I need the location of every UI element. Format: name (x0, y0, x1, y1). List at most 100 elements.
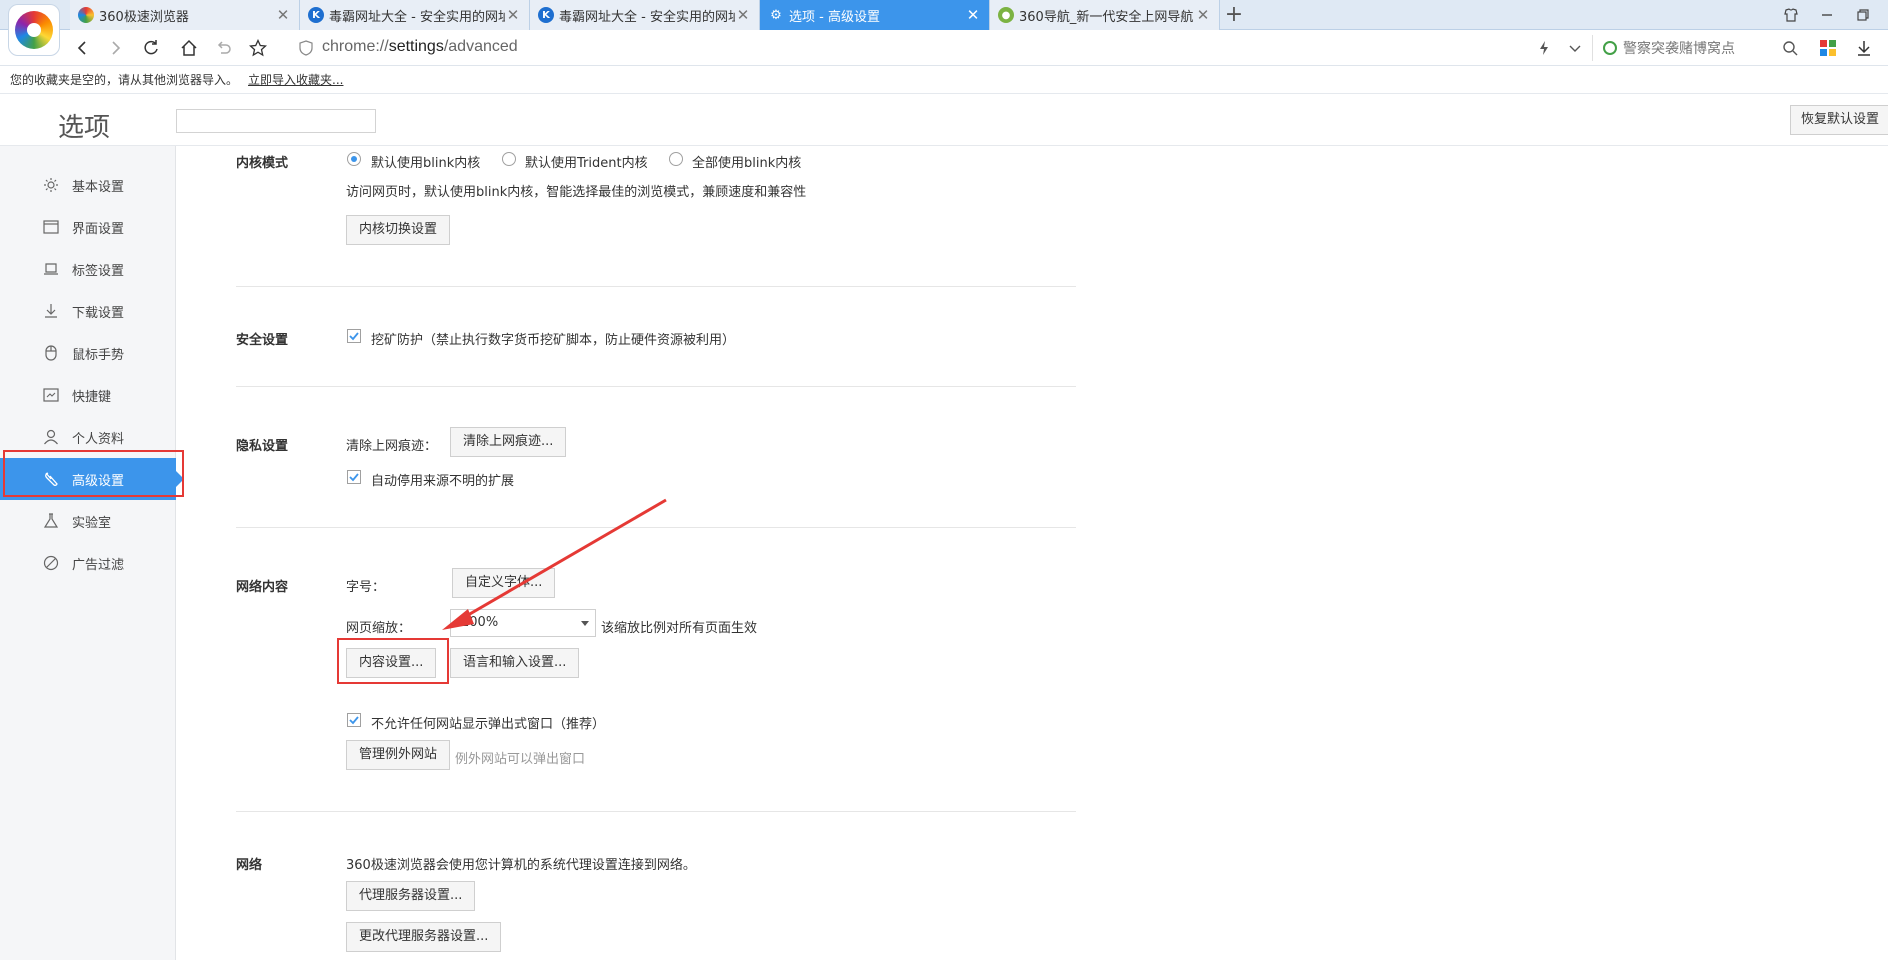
forward-icon[interactable] (104, 36, 128, 60)
url-scheme: chrome:// (322, 38, 389, 55)
k-icon: K (538, 7, 554, 23)
gear-icon: ⚙ (770, 7, 782, 23)
sidebar-item-interface[interactable]: 界面设置 (0, 206, 176, 248)
tab-close-icon[interactable]: ✕ (735, 6, 751, 24)
undo-icon[interactable] (212, 36, 236, 60)
restore-icon[interactable] (1852, 4, 1874, 26)
section-divider (236, 386, 1076, 387)
section-divider (236, 286, 1076, 287)
kernel-section-label: 内核模式 (236, 156, 289, 171)
import-bookmarks-link[interactable]: 立即导入收藏夹... (248, 73, 343, 87)
star-icon[interactable] (246, 36, 270, 60)
section-divider (236, 527, 1076, 528)
settings-sidebar: 基本设置 界面设置 标签设置 下载设置 鼠标手势 快捷键 个人资料 高级设置 实… (0, 146, 184, 960)
sidebar-item-mouse-gestures[interactable]: 鼠标手势 (0, 332, 176, 374)
privacy-section-label: 隐私设置 (236, 439, 289, 454)
tab-duba-1[interactable]: K 毒霸网址大全 - 安全实用的网址导航 ✕ (300, 0, 530, 30)
reset-defaults-button[interactable]: 恢复默认设置 (1790, 105, 1888, 135)
skin-icon[interactable] (1780, 4, 1802, 26)
kernel-switch-button[interactable]: 内核切换设置 (346, 215, 451, 245)
back-icon[interactable] (70, 36, 94, 60)
web-content-section-label: 网络内容 (236, 580, 289, 595)
download-icon (42, 302, 60, 320)
minimize-icon[interactable] (1816, 4, 1838, 26)
window-icon (42, 218, 60, 236)
tab-close-icon[interactable]: ✕ (965, 6, 981, 24)
k-icon: K (308, 7, 324, 23)
tab-close-icon[interactable]: ✕ (505, 6, 521, 24)
flask-icon (42, 512, 60, 530)
sidebar-item-adblock[interactable]: 广告过滤 (0, 542, 176, 584)
lightning-icon[interactable] (1532, 36, 1556, 60)
security-section-label: 安全设置 (236, 333, 289, 348)
popup-block-checkbox[interactable] (347, 713, 361, 727)
change-proxy-button[interactable]: 更改代理服务器设置... (346, 922, 502, 952)
browser-logo[interactable] (8, 4, 60, 56)
network-section-label: 网络 (236, 858, 263, 873)
kernel-option-label: 默认使用Trident内核 (525, 156, 648, 171)
tab-icon (42, 260, 60, 278)
shield-icon (294, 36, 318, 60)
reload-icon[interactable] (139, 36, 163, 60)
url-path: /advanced (443, 38, 518, 55)
tab-settings[interactable]: ⚙ 选项 - 高级设置 ✕ (760, 0, 990, 30)
sidebar-item-basic[interactable]: 基本设置 (0, 164, 176, 206)
mining-protection-checkbox[interactable] (347, 329, 361, 343)
home-icon[interactable] (177, 36, 201, 60)
zoom-label: 网页缩放： (346, 621, 412, 636)
tab-duba-2[interactable]: K 毒霸网址大全 - 安全实用的网址导航 ✕ (530, 0, 760, 30)
search-icon[interactable] (1778, 36, 1802, 60)
kernel-description: 访问网页时，默认使用blink内核，智能选择最佳的浏览模式，兼顾速度和兼容性 (346, 185, 807, 200)
360-logo-icon (15, 11, 53, 49)
sidebar-item-advanced[interactable]: 高级设置 (0, 458, 184, 500)
address-input[interactable]: chrome://settings/advanced (322, 38, 518, 56)
sidebar-item-download[interactable]: 下载设置 (0, 290, 176, 332)
auto-disable-extensions-label: 自动停用来源不明的扩展 (371, 474, 515, 489)
user-icon (42, 428, 60, 446)
custom-font-button[interactable]: 自定义字体... (452, 568, 556, 598)
section-divider (236, 811, 1076, 812)
auto-disable-extensions-checkbox[interactable] (347, 470, 361, 484)
exceptions-note: 例外网站可以弹出窗口 (455, 752, 586, 767)
apps-icon[interactable] (1816, 36, 1840, 60)
sidebar-item-tabs[interactable]: 标签设置 (0, 248, 176, 290)
zoom-select[interactable]: 100% (450, 609, 596, 637)
tab-close-icon[interactable]: ✕ (275, 6, 291, 24)
page-title: 选项 (58, 113, 111, 143)
wrench-icon (42, 470, 60, 488)
mouse-icon (42, 344, 60, 362)
new-tab-button[interactable]: + (1222, 3, 1246, 27)
keyboard-icon (42, 386, 60, 404)
360-nav-icon: ● (998, 7, 1014, 23)
sidebar-item-profile[interactable]: 个人资料 (0, 416, 176, 458)
tab-360-nav[interactable]: ● 360导航_新一代安全上网导航 ✕ (990, 0, 1220, 30)
kernel-radio-trident[interactable] (502, 152, 516, 166)
sidebar-item-lab[interactable]: 实验室 (0, 500, 176, 542)
search-box[interactable]: 警察突袭赌博窝点 (1592, 35, 1792, 61)
sidebar-item-shortcuts[interactable]: 快捷键 (0, 374, 176, 416)
360-logo-icon (78, 7, 94, 23)
font-size-label: 字号： (346, 580, 386, 595)
mining-protection-label: 挖矿防护（禁止执行数字货币挖矿脚本，防止硬件资源被利用） (371, 333, 736, 348)
tab-close-icon[interactable]: ✕ (1195, 6, 1211, 24)
gear-icon (42, 176, 60, 194)
tab-360[interactable]: 360极速浏览器 ✕ (70, 0, 300, 30)
settings-search-input[interactable] (176, 109, 376, 133)
kernel-radio-blink-all[interactable] (669, 152, 683, 166)
manage-exceptions-button[interactable]: 管理例外网站 (346, 740, 451, 770)
search-engine-icon (1603, 41, 1617, 55)
language-input-settings-button[interactable]: 语言和输入设置... (450, 648, 580, 678)
network-description: 360极速浏览器会使用您计算机的系统代理设置连接到网络。 (346, 858, 696, 873)
bookmarks-bar: 您的收藏夹是空的，请从其他浏览器导入。 立即导入收藏夹... (0, 66, 1888, 94)
clear-history-button[interactable]: 清除上网痕迹... (450, 427, 567, 457)
bookmarks-empty-message: 您的收藏夹是空的，请从其他浏览器导入。 (10, 73, 239, 87)
chevron-down-icon[interactable] (1563, 36, 1587, 60)
navigation-bar: chrome://settings/advanced 警察突袭赌博窝点 (0, 30, 1888, 66)
kernel-radio-blink-default[interactable] (347, 152, 361, 166)
url-host: settings (388, 38, 444, 55)
content-settings-button[interactable]: 内容设置... (346, 648, 437, 678)
proxy-settings-button[interactable]: 代理服务器设置... (346, 881, 476, 911)
download-manager-icon[interactable] (1852, 36, 1876, 60)
chevron-down-icon (581, 621, 589, 626)
popup-block-label: 不允许任何网站显示弹出式窗口（推荐） (371, 717, 606, 732)
